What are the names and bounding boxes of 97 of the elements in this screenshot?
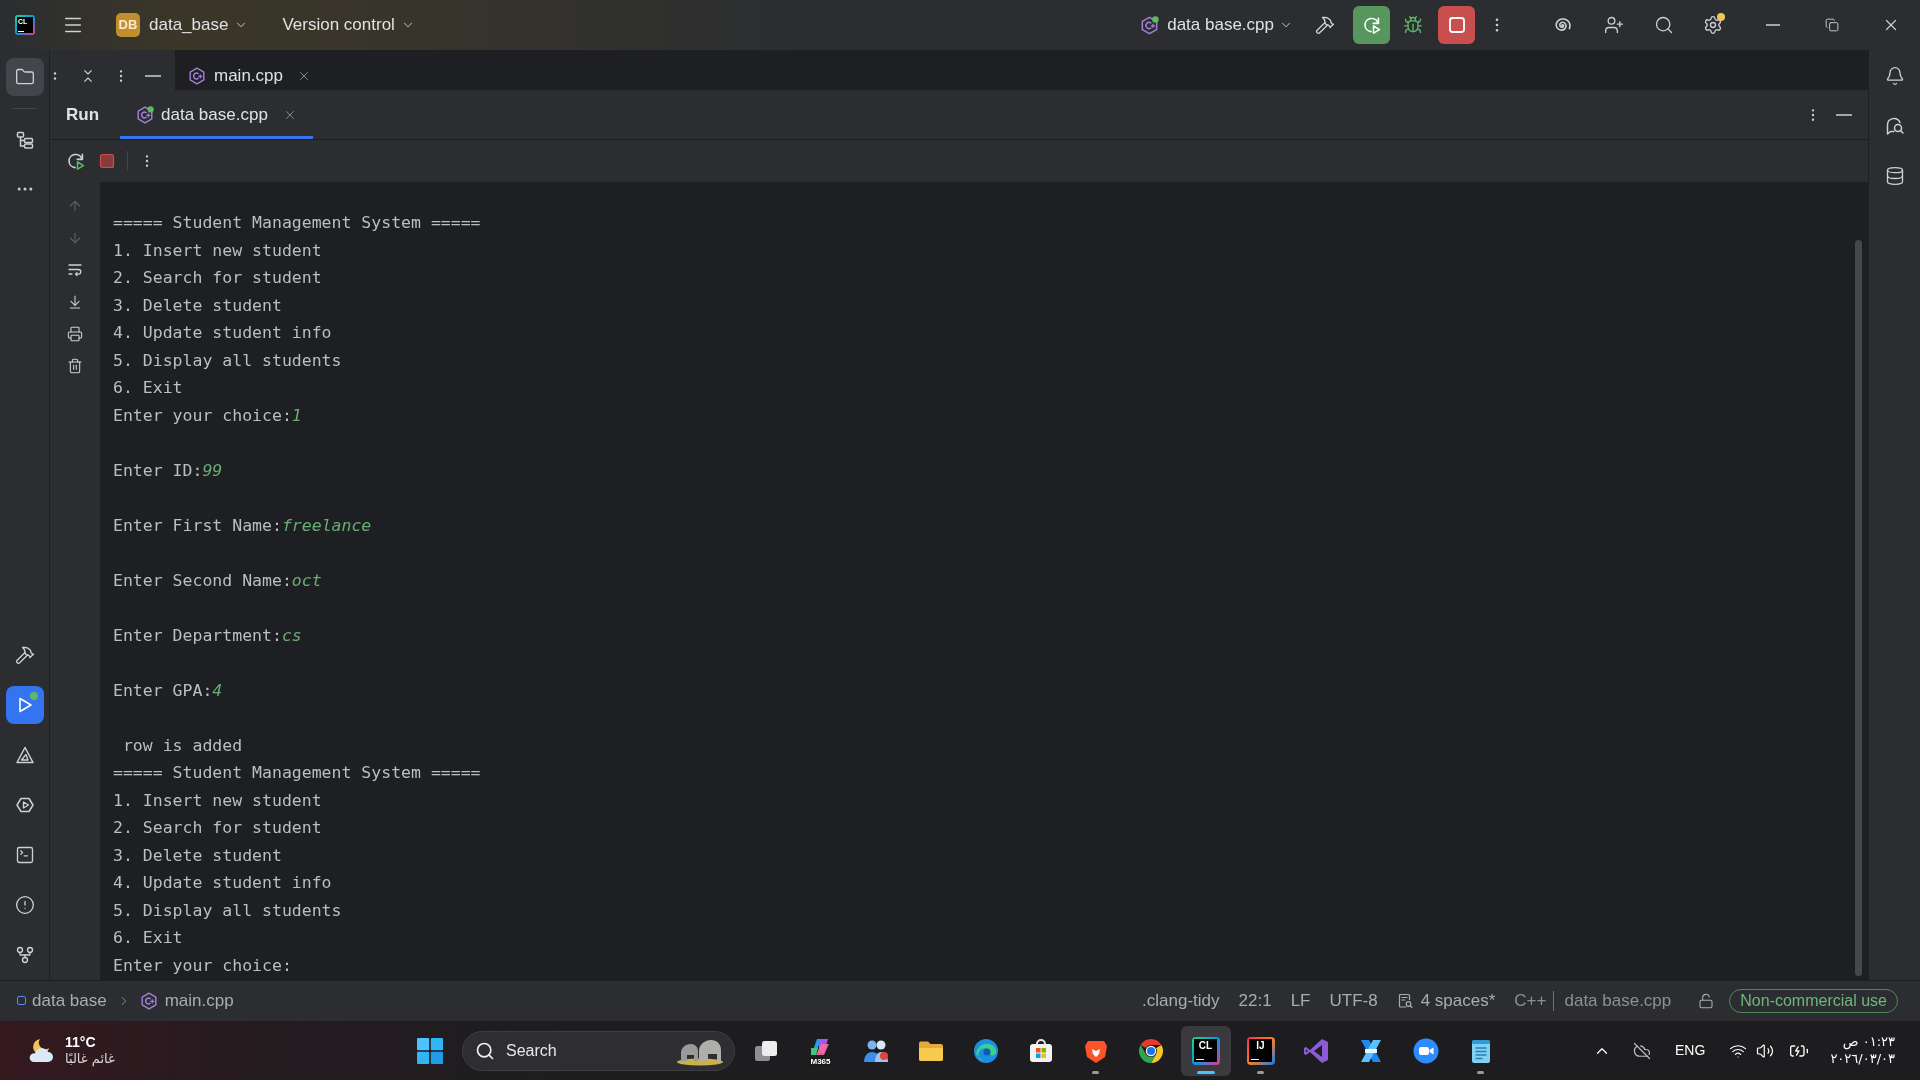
folder-icon xyxy=(14,67,35,87)
square-icon xyxy=(17,996,26,1005)
tool-window-button[interactable] xyxy=(5,58,44,96)
settings-icon[interactable] xyxy=(1703,15,1723,35)
console-text: 2. Search for student xyxy=(113,267,322,289)
console-text: 4. Update student info xyxy=(113,322,332,344)
dots-icon xyxy=(51,72,59,80)
project-badge: DB xyxy=(116,13,140,37)
start-menu-icon[interactable] xyxy=(416,1036,444,1065)
scrollbar-thumb[interactable] xyxy=(1855,240,1862,976)
status-bar-widget[interactable]: .clang-tidy xyxy=(1142,987,1220,1014)
console-text: ===== Student Management System ===== xyxy=(113,212,481,234)
console-text: 6. Exit xyxy=(113,377,183,399)
status-bar-widget[interactable]: 22:1 xyxy=(1238,987,1272,1014)
database-icon[interactable] xyxy=(1884,166,1905,186)
document-icon xyxy=(1396,992,1413,1009)
speaker-icon[interactable] xyxy=(1756,1041,1775,1060)
soft-wrap-icon[interactable] xyxy=(67,262,83,278)
hammer-icon xyxy=(14,645,35,665)
hexagon-play-icon xyxy=(14,795,35,815)
status-bar-widget[interactable]: UTF-8 xyxy=(1329,987,1378,1014)
structure-icon xyxy=(14,130,35,150)
console-text: ===== Student Management System ===== xyxy=(113,762,481,784)
breadcrumb-link[interactable]: data base xyxy=(17,987,107,1014)
status-bar-widget[interactable]: LF xyxy=(1290,987,1311,1014)
cpp-file-icon xyxy=(136,105,155,124)
minimize-icon[interactable] xyxy=(1836,113,1852,116)
weather-condition: غائم غالبًا xyxy=(65,1051,115,1068)
status-bar-widget[interactable]: data base.cpp xyxy=(1564,987,1672,1014)
console-prompt: Enter Second Name:oct xyxy=(113,569,322,592)
search-icon xyxy=(475,1040,495,1061)
console-text: 1. Insert new student xyxy=(113,789,322,812)
version-control-menu[interactable]: Version control xyxy=(282,8,415,42)
console-text: 5. Display all students xyxy=(113,349,342,372)
clock-date[interactable]: ٢٠٢٦/٠٣/٠٣ xyxy=(1830,1050,1895,1067)
bug-icon[interactable] xyxy=(1403,15,1423,35)
console-prompt: Enter First Name:freelance xyxy=(113,514,372,537)
console-text: 2. Search for student xyxy=(113,817,322,839)
user-add-icon[interactable] xyxy=(1604,15,1624,35)
console-text: 4. Update student info xyxy=(113,872,332,894)
taskbar-app-button[interactable]: IJ xyxy=(1235,1025,1286,1076)
taskbar-app-button[interactable]: M365 xyxy=(795,1025,846,1076)
scroll-to-end-icon[interactable] xyxy=(67,294,83,310)
lock-open-icon[interactable] xyxy=(1698,992,1715,1009)
language-indicator[interactable]: ENG xyxy=(1675,1040,1706,1061)
tool-window-button[interactable] xyxy=(5,686,44,724)
stop-icon[interactable] xyxy=(99,153,115,169)
console-text: row is added xyxy=(121,734,243,757)
rerun-button[interactable] xyxy=(1353,6,1390,44)
app-logo-label: M365 xyxy=(809,1057,832,1066)
ribbon-icon xyxy=(1301,1036,1330,1065)
tool-window-title: Run xyxy=(66,103,100,126)
console-prompt: Enter GPA:4 xyxy=(113,679,223,702)
breadcrumb-link[interactable]: main.cpp xyxy=(139,987,234,1014)
console-prompt: Enter Department:cs xyxy=(113,624,302,647)
printer-icon[interactable] xyxy=(67,326,83,342)
close-icon[interactable] xyxy=(297,69,311,83)
console-prompt: Enter ID:99 xyxy=(113,459,223,482)
square-icon xyxy=(1447,16,1466,34)
status-bar-widget[interactable]: C++ xyxy=(1514,987,1547,1014)
app-logo: IJ xyxy=(1246,1036,1275,1065)
chat-search-icon[interactable] xyxy=(1884,116,1905,136)
console-text: 3. Delete student xyxy=(113,294,282,317)
rerun-icon xyxy=(1361,15,1382,35)
segmented-circle-icon xyxy=(1136,1036,1165,1065)
console-text: 3. Delete student xyxy=(113,844,282,867)
editor-tab[interactable]: main.cpp xyxy=(175,50,321,90)
cpp-file-icon xyxy=(188,67,206,85)
console-text: 5. Display all students xyxy=(113,899,342,922)
git-branch-icon xyxy=(14,945,35,965)
app-logo: CL xyxy=(1191,1036,1220,1065)
project-menu[interactable]: DB data_base xyxy=(116,8,249,42)
bell-icon[interactable] xyxy=(1884,66,1905,86)
console-prompt: Enter your choice: xyxy=(113,954,292,977)
trash-icon[interactable] xyxy=(67,358,83,374)
hammer-icon[interactable] xyxy=(1315,15,1335,35)
search-field[interactable]: Search xyxy=(462,1030,735,1071)
console-prompt: Enter your choice:1 xyxy=(113,404,302,427)
run-configuration-selector[interactable]: data base.cpp xyxy=(1140,8,1293,42)
terminal-icon xyxy=(14,845,35,865)
search-icon[interactable] xyxy=(1654,15,1674,35)
status-bar-widget[interactable]: 4 spaces* xyxy=(1396,987,1496,1014)
restore-icon xyxy=(1824,18,1839,32)
triangle-icon xyxy=(14,745,35,765)
minimize-icon xyxy=(1765,24,1780,26)
video-camera-icon xyxy=(1411,1036,1440,1065)
cloud-off-icon[interactable] xyxy=(1633,1041,1652,1060)
alert-circle-icon xyxy=(14,895,35,915)
clock-time[interactable]: ٠١:٢٣ ص xyxy=(1842,1034,1895,1051)
console-text: 6. Exit xyxy=(113,927,183,949)
taskbar-app-button[interactable]: CL xyxy=(1180,1025,1231,1076)
console-text: 1. Insert new student xyxy=(113,239,322,262)
swirl-icon xyxy=(971,1036,1000,1065)
rerun-icon[interactable] xyxy=(66,151,86,171)
stop-button[interactable] xyxy=(1438,6,1475,44)
weather-temperature: 11°C xyxy=(65,1033,96,1052)
cpp-file-icon xyxy=(139,991,158,1010)
